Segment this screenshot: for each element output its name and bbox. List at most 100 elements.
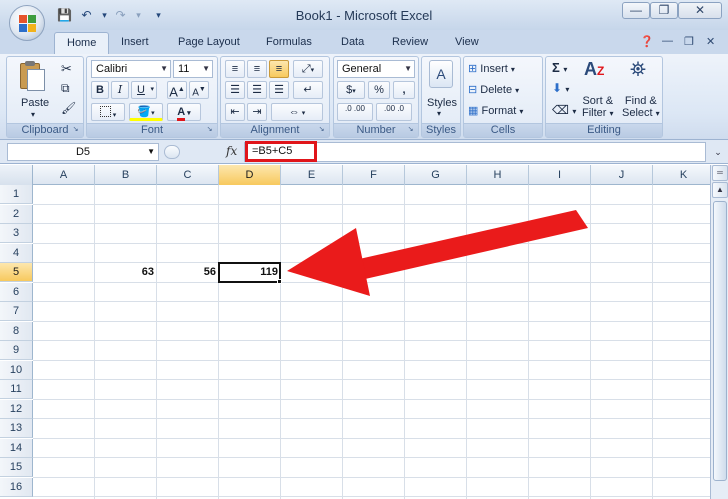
tab-home[interactable]: Home xyxy=(54,32,110,56)
split-box-icon[interactable]: ═ xyxy=(712,165,728,181)
borders-button[interactable]: ▾ xyxy=(91,103,125,121)
merge-center-button[interactable]: ⇔ ▾ xyxy=(271,103,323,121)
select-all-corner[interactable] xyxy=(0,165,33,185)
row-header-10[interactable]: 10 xyxy=(0,360,33,380)
format-painter-icon[interactable]: 🖌 xyxy=(61,101,76,115)
name-box[interactable]: D5 ▼ xyxy=(7,143,159,161)
align-left-button[interactable]: ☰ xyxy=(225,81,245,99)
binoculars-icon[interactable]: ⛯ xyxy=(630,59,646,82)
row-header-9[interactable]: 9 xyxy=(0,341,33,360)
row-header-13[interactable]: 13 xyxy=(0,419,33,438)
cut-icon[interactable]: ✂ xyxy=(61,61,72,77)
tab-review[interactable]: Review xyxy=(392,36,428,48)
alignment-launcher-icon[interactable]: ↘ xyxy=(317,126,326,135)
font-size-select[interactable]: 11 ▼ xyxy=(173,60,213,78)
autosum-icon[interactable]: Σ ▾ xyxy=(552,60,567,75)
decrease-decimal-button[interactable]: .00 .0 xyxy=(376,103,412,121)
row-header-7[interactable]: 7 xyxy=(0,302,33,321)
tab-insert[interactable]: Insert xyxy=(121,36,149,48)
close-button[interactable]: ✕ xyxy=(678,2,722,19)
fill-color-button[interactable]: 🪣▾ xyxy=(129,103,163,121)
bold-button[interactable]: B xyxy=(91,81,109,99)
tab-formulas[interactable]: Formulas xyxy=(266,36,312,48)
insert-cells-button[interactable]: ⊞ Insert ▾ xyxy=(468,62,515,75)
insert-function-icon[interactable]: fx xyxy=(226,144,237,158)
column-header-e[interactable]: E xyxy=(281,165,343,185)
row-header-11[interactable]: 11 xyxy=(0,380,33,399)
percent-style-button[interactable]: % xyxy=(368,81,390,99)
align-right-button[interactable]: ☰ xyxy=(269,81,289,99)
tab-page-layout[interactable]: Page Layout xyxy=(178,36,240,48)
format-cells-button[interactable]: ▦ Format ▾ xyxy=(468,104,523,117)
formula-bar-splitter[interactable] xyxy=(164,145,180,159)
row-header-4[interactable]: 4 xyxy=(0,243,33,263)
font-launcher-icon[interactable]: ↘ xyxy=(205,126,214,135)
tab-data[interactable]: Data xyxy=(341,36,364,48)
column-header-g[interactable]: G xyxy=(405,165,467,185)
font-color-button[interactable]: A ▾ xyxy=(167,103,201,121)
restore-button[interactable]: ❐ xyxy=(650,2,678,19)
cell-c5[interactable]: 56 xyxy=(157,263,219,282)
row-header-15[interactable]: 15 xyxy=(0,458,33,477)
office-button[interactable] xyxy=(9,5,45,41)
tab-view[interactable]: View xyxy=(455,36,479,48)
decrease-indent-button[interactable]: ⇤ xyxy=(225,103,245,121)
paste-button[interactable]: Paste xyxy=(21,97,49,109)
number-format-select[interactable]: General ▼ xyxy=(337,60,415,78)
row-header-6[interactable]: 6 xyxy=(0,282,33,302)
bottom-align-button[interactable]: ≡ xyxy=(269,60,289,78)
shrink-font-button[interactable]: A▼ xyxy=(189,81,209,99)
clipboard-launcher-icon[interactable]: ↘ xyxy=(71,126,80,135)
accounting-format-button[interactable]: $▾ xyxy=(337,81,365,99)
column-header-c[interactable]: C xyxy=(157,165,219,185)
cell-b5[interactable]: 63 xyxy=(95,263,157,282)
column-header-b[interactable]: B xyxy=(95,165,157,185)
increase-indent-button[interactable]: ⇥ xyxy=(247,103,267,121)
top-align-button[interactable]: ≡ xyxy=(225,60,245,78)
styles-button[interactable]: Styles xyxy=(427,97,457,109)
column-header-d[interactable]: D xyxy=(219,165,281,185)
paste-dropdown-icon[interactable]: ▾ xyxy=(31,110,35,119)
row-header-8[interactable]: 8 xyxy=(0,321,33,341)
formula-highlight[interactable]: =B5+C5 xyxy=(245,141,317,162)
worksheet-grid[interactable]: ABCDEFGHIJK 1 2 3 4 5 6 7 8 9 10 11 12 13 14 15 16 63 5… xyxy=(0,165,710,499)
ribbon-minimize-icon[interactable]: — xyxy=(662,35,673,47)
column-header-j[interactable]: J xyxy=(591,165,653,185)
scroll-up-icon[interactable]: ▲ xyxy=(712,182,728,198)
italic-button[interactable]: I xyxy=(111,81,129,99)
sort-filter-button[interactable]: Sort & Filter ▾ xyxy=(582,95,614,119)
styles-icon[interactable]: A xyxy=(429,60,453,88)
comma-style-button[interactable]: , xyxy=(393,81,415,99)
column-header-k[interactable]: K xyxy=(653,165,710,185)
number-launcher-icon[interactable]: ↘ xyxy=(406,126,415,135)
align-center-button[interactable]: ☰ xyxy=(247,81,267,99)
paste-icon[interactable] xyxy=(17,61,47,95)
font-family-select[interactable]: Calibri ▼ xyxy=(91,60,171,78)
fill-icon[interactable]: ⬇ ▾ xyxy=(552,81,569,95)
ribbon-close-icon[interactable]: ✕ xyxy=(706,35,715,48)
clear-icon[interactable]: ⌫ ▾ xyxy=(552,103,576,117)
column-header-i[interactable]: I xyxy=(529,165,591,185)
wrap-text-button[interactable]: ↵ xyxy=(293,81,323,99)
row-header-16[interactable]: 16 xyxy=(0,477,33,497)
middle-align-button[interactable]: ≡ xyxy=(247,60,267,78)
column-header-a[interactable]: A xyxy=(33,165,95,185)
row-header-5[interactable]: 5 xyxy=(0,263,33,282)
grow-font-button[interactable]: A▲ xyxy=(167,81,187,99)
underline-button[interactable]: U ▾ xyxy=(131,81,157,99)
row-header-1[interactable]: 1 xyxy=(0,185,33,204)
styles-dropdown-icon[interactable]: ▾ xyxy=(437,109,441,118)
copy-icon[interactable]: ⧉ xyxy=(61,81,70,96)
scroll-thumb[interactable] xyxy=(713,201,727,481)
find-select-button[interactable]: Find & Select ▾ xyxy=(622,95,660,119)
column-header-f[interactable]: F xyxy=(343,165,405,185)
ribbon-restore-icon[interactable]: ❐ xyxy=(684,35,694,48)
column-header-h[interactable]: H xyxy=(467,165,529,185)
minimize-button[interactable]: — xyxy=(622,2,650,19)
fill-handle[interactable] xyxy=(277,278,282,284)
row-header-3[interactable]: 3 xyxy=(0,224,33,243)
delete-cells-button[interactable]: ⊟ Delete ▾ xyxy=(468,83,519,96)
help-icon[interactable]: ❓ xyxy=(640,35,654,48)
orientation-button[interactable]: ⤢▾ xyxy=(293,60,323,78)
row-header-2[interactable]: 2 xyxy=(0,204,33,224)
